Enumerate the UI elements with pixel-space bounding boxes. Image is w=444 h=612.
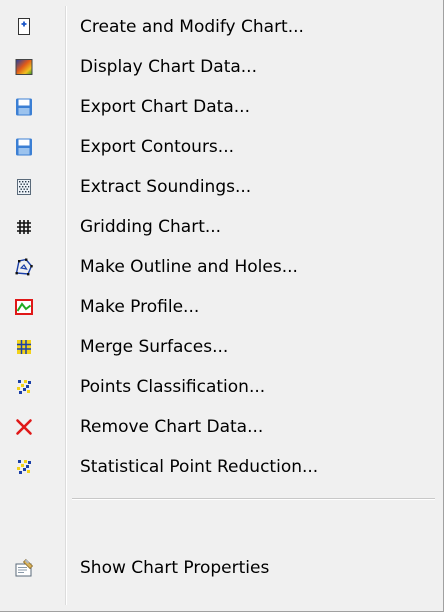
menu-item-label: Make Outline and Holes...: [80, 257, 298, 277]
floppy-disk-icon: [14, 97, 34, 117]
menu-item-show-chart-properties[interactable]: Show Chart Properties: [6, 548, 434, 588]
menu-item-export-chart-data[interactable]: Export Chart Data...: [6, 87, 434, 127]
menu-item-label: Export Chart Data...: [80, 97, 250, 117]
menu-item-export-contours[interactable]: Export Contours...: [6, 127, 434, 167]
menu-item-label: Points Classification...: [80, 377, 266, 397]
menu-item-label: Statistical Point Reduction...: [80, 457, 319, 477]
menu-item-label: Make Profile...: [80, 297, 200, 317]
grid-icon: [14, 217, 34, 237]
outline-polygon-icon: [14, 257, 34, 277]
menu-item-label: Display Chart Data...: [80, 57, 257, 77]
menu-item-statistical-point-reduction[interactable]: Statistical Point Reduction...: [6, 447, 434, 487]
menu-item-label: Export Contours...: [80, 137, 234, 157]
menu-item-label: Create and Modify Chart...: [80, 17, 304, 37]
points-icon: [14, 457, 34, 477]
menu-item-gridding-chart[interactable]: Gridding Chart...: [6, 207, 434, 247]
floppy-disk-icon: [14, 137, 34, 157]
menu-item-make-outline-and-holes[interactable]: Make Outline and Holes...: [6, 247, 434, 287]
properties-icon: [14, 558, 34, 578]
menu-item-label: Merge Surfaces...: [80, 337, 229, 357]
menu-item-create-and-modify-chart[interactable]: Create and Modify Chart...: [6, 7, 434, 47]
menu-item-display-chart-data[interactable]: Display Chart Data...: [6, 47, 434, 87]
menu-item-label: Gridding Chart...: [80, 217, 222, 237]
menu-separator: [72, 498, 435, 500]
menu-item-merge-surfaces[interactable]: Merge Surfaces...: [6, 327, 434, 367]
gradient-display-icon: [14, 57, 34, 77]
menu-item-extract-soundings[interactable]: Extract Soundings...: [6, 167, 434, 207]
remove-x-icon: [14, 417, 34, 437]
menu-item-label: Show Chart Properties: [80, 558, 270, 578]
new-chart-icon: [14, 17, 34, 37]
soundings-icon: [14, 177, 34, 197]
context-menu: Create and Modify Chart... Display Chart…: [0, 0, 444, 612]
menu-item-points-classification[interactable]: Points Classification...: [6, 367, 434, 407]
menu-item-label: Extract Soundings...: [80, 177, 252, 197]
merge-surfaces-icon: [14, 337, 34, 357]
menu-item-make-profile[interactable]: Make Profile...: [6, 287, 434, 327]
points-icon: [14, 377, 34, 397]
menu-item-label: Remove Chart Data...: [80, 417, 264, 437]
profile-icon: [14, 297, 34, 317]
menu-item-remove-chart-data[interactable]: Remove Chart Data...: [6, 407, 434, 447]
